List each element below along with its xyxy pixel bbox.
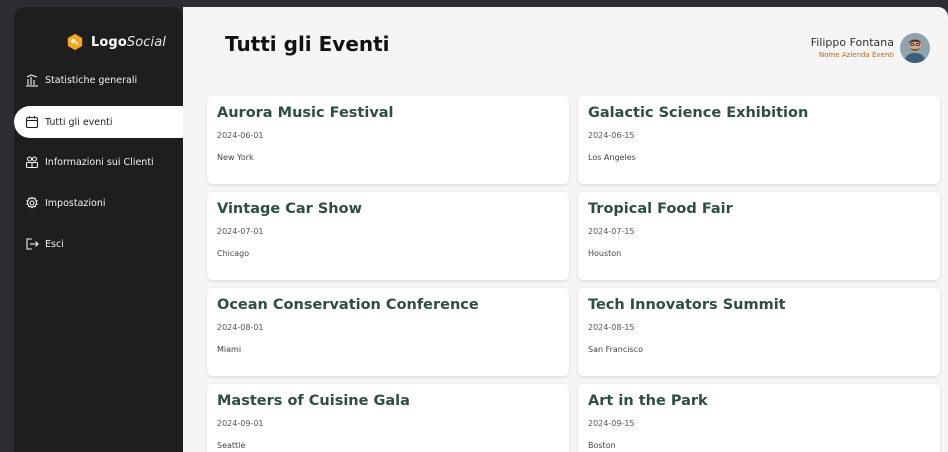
sidebar: LogoSocial Statistiche generali Tutti gl… (14, 7, 184, 452)
event-date: 2024-06-01 (217, 131, 264, 140)
main-content: Tutti gli Eventi Filippo Fontana Nome Az… (183, 7, 948, 452)
event-title: Vintage Car Show (217, 201, 362, 217)
event-city: Miami (217, 345, 242, 354)
sidebar-item-label: Statistiche generali (45, 74, 138, 86)
event-date: 2024-06-15 (588, 131, 635, 140)
event-date: 2024-07-15 (588, 227, 635, 236)
sidebar-item-statistiche[interactable]: Statistiche generali (14, 64, 183, 96)
hexagon-logo-icon (67, 33, 83, 51)
brand-logo[interactable]: LogoSocial (66, 33, 166, 51)
event-title: Galactic Science Exhibition (588, 105, 809, 121)
sidebar-item-label: Tutti gli eventi (45, 116, 113, 128)
event-city: Chicago (217, 249, 250, 258)
event-title: Tropical Food Fair (588, 201, 733, 217)
event-city: San Francisco (588, 345, 643, 354)
user-info: Filippo Fontana Nome Azienda Eventi (811, 36, 894, 60)
calendar-icon (25, 115, 39, 129)
brand-name-bold: Logo (91, 34, 127, 50)
event-city: Boston (588, 441, 616, 450)
event-card[interactable]: Galactic Science Exhibition 2024-06-15 L… (578, 96, 940, 184)
event-card[interactable]: Art in the Park 2024-09-15 Boston (578, 384, 940, 452)
event-title: Tech Innovators Summit (588, 297, 786, 313)
page-title: Tutti gli Eventi (225, 32, 390, 56)
sidebar-item-label: Informazioni sui Clienti (45, 156, 154, 168)
user-profile[interactable]: Filippo Fontana Nome Azienda Eventi (811, 33, 930, 63)
event-date: 2024-08-01 (217, 323, 264, 332)
event-city: Los Angeles (588, 153, 636, 162)
event-title: Art in the Park (588, 393, 708, 409)
gear-icon (25, 196, 39, 210)
event-title: Ocean Conservation Conference (217, 297, 479, 313)
event-date: 2024-09-01 (217, 419, 264, 428)
event-date: 2024-07-01 (217, 227, 264, 236)
app-window: LogoSocial Statistiche generali Tutti gl… (0, 0, 948, 452)
sidebar-item-impostazioni[interactable]: Impostazioni (14, 187, 183, 219)
chart-icon (25, 73, 39, 87)
event-card[interactable]: Tropical Food Fair 2024-07-15 Houston (578, 192, 940, 280)
event-city: Seattle (217, 441, 246, 450)
event-date: 2024-09-15 (588, 419, 635, 428)
sidebar-item-tutti-gli-eventi[interactable]: Tutti gli eventi (14, 106, 184, 138)
event-card[interactable]: Vintage Car Show 2024-07-01 Chicago (207, 192, 569, 280)
logout-icon (25, 237, 39, 251)
event-title: Masters of Cuisine Gala (217, 393, 410, 409)
sidebar-item-label: Impostazioni (45, 197, 106, 209)
event-card[interactable]: Tech Innovators Summit 2024-08-15 San Fr… (578, 288, 940, 376)
event-card[interactable]: Ocean Conservation Conference 2024-08-01… (207, 288, 569, 376)
user-name: Filippo Fontana (810, 36, 894, 49)
brand-name: LogoSocial (91, 35, 166, 50)
event-card[interactable]: Masters of Cuisine Gala 2024-09-01 Seatt… (207, 384, 569, 452)
avatar[interactable] (900, 33, 930, 63)
sidebar-item-esci[interactable]: Esci (14, 228, 183, 260)
company-name: Nome Azienda Eventi (819, 51, 894, 59)
event-city: Houston (588, 249, 622, 258)
sidebar-item-informazioni-clienti[interactable]: Informazioni sui Clienti (14, 146, 183, 178)
users-icon (25, 155, 39, 169)
sidebar-item-label: Esci (45, 238, 64, 250)
event-city: New York (217, 153, 254, 162)
event-title: Aurora Music Festival (217, 105, 394, 121)
event-card[interactable]: Aurora Music Festival 2024-06-01 New Yor… (207, 96, 569, 184)
event-date: 2024-08-15 (588, 323, 635, 332)
brand-name-light: Social (126, 34, 167, 50)
